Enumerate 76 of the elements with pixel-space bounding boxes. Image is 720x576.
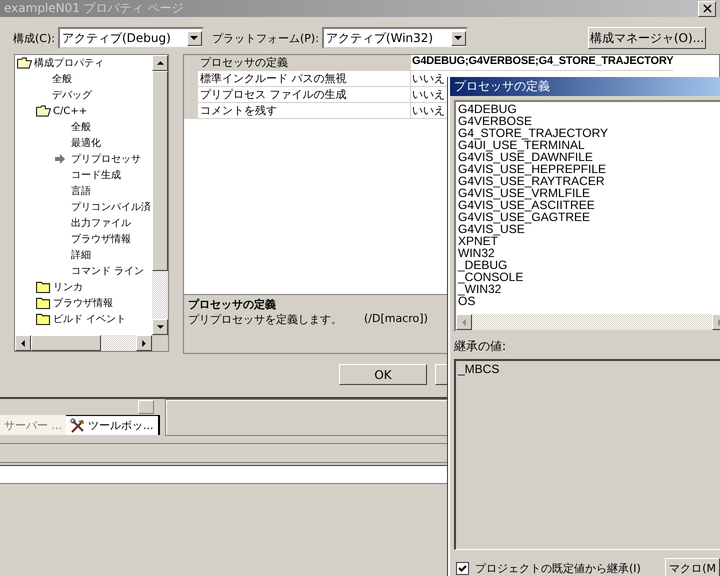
tree-item[interactable]: プリコンパイル済 <box>71 200 151 214</box>
tree-item[interactable]: 出力ファイル <box>71 216 131 230</box>
horizontal-scrollbar[interactable] <box>456 314 720 330</box>
tree-item[interactable]: C/C++ <box>53 106 88 116</box>
definition-item: G4VIS_USE_DAWNFILE <box>457 151 594 163</box>
definition-item: G4VIS_USE_ASCIITREE <box>457 199 596 211</box>
scrollbar-thumb[interactable] <box>152 71 168 271</box>
tree-item[interactable]: 全般 <box>52 72 72 86</box>
inherit-checkbox[interactable] <box>456 562 469 574</box>
down-arrow-icon <box>156 325 164 329</box>
tree-item[interactable]: リンカ <box>53 280 83 294</box>
dialog-title: プロセッサの定義 <box>454 78 550 95</box>
definition-item: G4VIS_USE_RAYTRACER <box>457 175 604 187</box>
platform-label: プラットフォーム(P): <box>212 30 319 46</box>
config-dropdown[interactable]: アクティブ(Debug) <box>58 27 204 49</box>
left-arrow-icon <box>462 318 466 326</box>
property-name[interactable]: プリプロセス ファイルの生成 <box>198 87 411 102</box>
definition-item: G4VIS_USE_VRMLFILE <box>457 187 590 199</box>
tree-item[interactable]: 言語 <box>71 184 91 198</box>
tree-item[interactable]: プリプロセッサ <box>71 152 141 166</box>
macro-button[interactable]: マクロ(M <box>665 558 720 576</box>
left-arrow-icon <box>21 340 25 346</box>
definition-item: G4DEBUG <box>457 103 518 115</box>
tree-item[interactable]: 詳細 <box>71 248 91 262</box>
definition-item: G4VIS_USE <box>457 223 525 235</box>
inherited-label: 継承の値: <box>454 338 508 355</box>
inherited-item: _MBCS <box>456 363 500 375</box>
description-text: プリプロセッサを定義します。 <box>188 312 342 327</box>
close-button[interactable] <box>698 0 716 16</box>
right-arrow-icon <box>142 340 146 346</box>
definition-item: G4VIS_USE_HEPREPFILE <box>457 163 608 175</box>
window-title: exampleN01 プロパティ ページ <box>4 0 184 17</box>
property-value[interactable]: いいえ <box>411 71 445 86</box>
input-field[interactable] <box>0 465 448 484</box>
definition-item: _WIN32 <box>456 283 502 295</box>
close-icon <box>702 4 712 13</box>
scrollbar-thumb[interactable] <box>31 335 101 351</box>
definition-item: G4VERBOSE <box>457 115 534 127</box>
definition-item: _CONSOLE <box>456 271 524 283</box>
definition-item: G4UI_USE_TERMINAL <box>457 139 585 151</box>
property-value[interactable]: G4DEBUG;G4VERBOSE;G4_STORE_TRAJECTORY <box>411 55 674 70</box>
property-name[interactable]: 標準インクルード パスの無視 <box>198 71 411 86</box>
config-manager-button[interactable]: 構成マネージャ(O)... <box>588 27 706 49</box>
vertical-scrollbar[interactable] <box>152 55 168 335</box>
up-arrow-icon <box>156 61 164 65</box>
tree-item[interactable]: 全般 <box>71 120 91 134</box>
definition-item: WIN32 <box>457 247 496 259</box>
tree-item[interactable]: コード生成 <box>71 168 121 182</box>
definition-item: _DEBUG <box>456 259 508 271</box>
description-title: プロセッサの定義 <box>188 297 276 312</box>
definition-item: G4VIS_USE_GAGTREE <box>457 211 590 223</box>
tree-item[interactable]: ブラウザ情報 <box>53 296 113 310</box>
tree-item[interactable]: 最適化 <box>71 136 101 150</box>
config-label: 構成(C): <box>13 30 55 46</box>
tree-item[interactable]: コマンド ライン <box>71 264 144 278</box>
definition-item: XPNET <box>457 235 498 247</box>
tools-icon <box>70 418 86 434</box>
switch-text: (/D[macro]) <box>364 312 428 327</box>
panel-tab[interactable]: サーバー ... <box>0 415 66 435</box>
tree-item[interactable]: デバッグ <box>52 88 92 102</box>
tree-item[interactable]: ビルド イベント <box>53 312 126 326</box>
scrollbar-corner <box>152 335 168 351</box>
checkbox-label[interactable]: プロジェクトの既定値から継承(I) <box>475 560 641 576</box>
property-value[interactable]: いいえ <box>411 103 445 118</box>
property-name[interactable]: プロセッサの定義 <box>198 55 411 70</box>
ok-button[interactable]: OK <box>339 364 427 385</box>
platform-dropdown[interactable]: アクティブ(Win32) <box>322 27 468 49</box>
tree-item[interactable]: 構成プロパティ <box>34 56 104 70</box>
definitions-list[interactable] <box>454 100 720 332</box>
tree-item[interactable]: ブラウザ情報 <box>71 232 131 246</box>
horizontal-scrollbar[interactable] <box>15 335 168 351</box>
checkmark-icon <box>458 564 467 572</box>
definition-item: G4_STORE_TRAJECTORY <box>457 127 610 139</box>
definition-item: OS <box>458 295 476 307</box>
property-value[interactable]: いいえ <box>411 87 445 102</box>
panel-tab[interactable]: ツールボッ... <box>66 415 160 435</box>
